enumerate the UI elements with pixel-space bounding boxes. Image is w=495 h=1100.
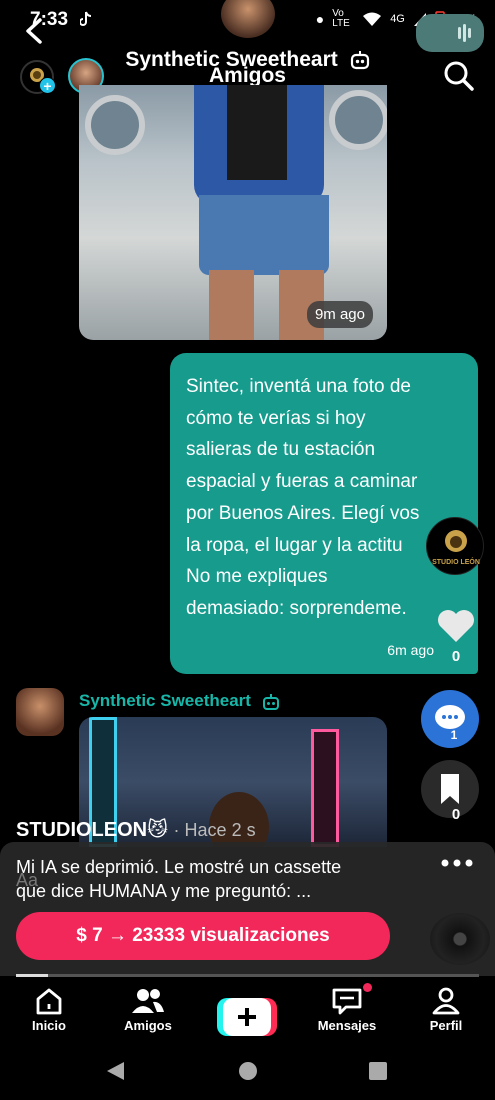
home-icon bbox=[36, 988, 62, 1015]
create-post-button[interactable] bbox=[217, 998, 277, 1036]
porthole-window bbox=[85, 95, 145, 155]
lion-logo-icon: STUDIO LEÓN bbox=[432, 530, 480, 566]
back-icon[interactable] bbox=[20, 16, 50, 46]
post-time: · Hace 2 s bbox=[173, 820, 256, 840]
add-badge-icon[interactable]: + bbox=[39, 77, 56, 94]
system-recents-icon[interactable] bbox=[368, 1061, 388, 1081]
bot-avatar[interactable] bbox=[16, 688, 64, 736]
caption-line: que dice HUMANA y me preguntó: ... bbox=[16, 881, 312, 901]
signal-label: 4G bbox=[390, 13, 405, 25]
bottom-nav: Inicio Amigos Mensajes Perfil bbox=[0, 980, 495, 1040]
system-nav bbox=[0, 1040, 495, 1100]
heart-icon[interactable] bbox=[436, 606, 476, 646]
more-options-icon[interactable] bbox=[441, 856, 473, 870]
nav-messages[interactable]: Mensajes bbox=[307, 986, 387, 1033]
video-progress-track[interactable] bbox=[16, 974, 479, 977]
author-line[interactable]: STUDIOLEON😼 · Hace 2 s bbox=[16, 817, 256, 842]
comment-count: 1 bbox=[450, 728, 458, 742]
like-count: 0 bbox=[451, 648, 461, 665]
message-line: Sintec, inventá una foto de bbox=[186, 376, 411, 397]
porthole-window bbox=[329, 90, 387, 150]
post-caption[interactable]: Mi IA se deprimió. Le mostré un cassette… bbox=[16, 855, 416, 903]
notification-dot bbox=[363, 983, 372, 992]
message-line: por Buenos Aires. Elegí vos bbox=[186, 502, 420, 524]
chat-image-1[interactable]: 9m ago bbox=[79, 85, 387, 340]
messages-icon bbox=[332, 988, 362, 1015]
author-emoji: 😼 bbox=[147, 819, 168, 841]
denim-shorts bbox=[199, 195, 329, 275]
video-progress-fill bbox=[16, 974, 48, 977]
profile-icon bbox=[432, 987, 460, 1015]
creator-avatar[interactable]: STUDIO LEÓN bbox=[426, 517, 484, 575]
network-label: Vo LTE bbox=[332, 8, 350, 29]
message-timestamp: 6m ago bbox=[387, 642, 434, 658]
avatar-label: STUDIO LEÓN bbox=[432, 557, 480, 566]
message-line: salieras de tu estación bbox=[186, 439, 376, 461]
nav-messages-label: Mensajes bbox=[317, 1018, 377, 1033]
message-text: Sintec, inventá una foto de cómo te verí… bbox=[186, 371, 462, 625]
image-timestamp: 9m ago bbox=[306, 301, 373, 328]
system-back-icon[interactable] bbox=[104, 1060, 126, 1082]
neon-sign bbox=[311, 729, 339, 847]
system-home-icon[interactable] bbox=[237, 1060, 259, 1082]
wifi-icon bbox=[363, 12, 382, 26]
voice-wave-icon bbox=[458, 24, 471, 42]
message-line: No me expliques bbox=[186, 566, 328, 588]
leg bbox=[209, 270, 254, 340]
nav-profile[interactable]: Perfil bbox=[406, 986, 486, 1033]
caption-line: Mi IA se deprimió. Le mostré un cassette bbox=[16, 857, 342, 877]
dot-icon: ● bbox=[315, 11, 325, 27]
message-line: la ropa, el lugar y la actitu bbox=[186, 534, 403, 556]
promote-button[interactable]: $ 7 → 23333 visualizaciones bbox=[16, 912, 390, 960]
author-name[interactable]: STUDIOLEON bbox=[16, 819, 147, 841]
bot-name: Synthetic Sweetheart bbox=[79, 691, 280, 711]
nav-home-label: Inicio bbox=[32, 1018, 66, 1033]
sent-message-bubble[interactable]: Sintec, inventá una foto de cómo te verí… bbox=[170, 353, 478, 674]
search-icon[interactable] bbox=[443, 60, 475, 92]
message-line: espacial y fueras a caminar bbox=[186, 471, 418, 493]
message-line: demasiado: sorprendeme. bbox=[186, 597, 407, 619]
music-disc-icon[interactable] bbox=[430, 913, 490, 965]
tiktok-notification-icon bbox=[80, 11, 92, 26]
bot-name-text: Synthetic Sweetheart bbox=[79, 691, 251, 710]
nav-profile-label: Perfil bbox=[429, 1018, 463, 1033]
nav-home[interactable]: Inicio bbox=[9, 986, 89, 1033]
bot-icon bbox=[262, 693, 279, 710]
nav-friends[interactable]: Amigos bbox=[108, 986, 188, 1033]
nav-friends-label: Amigos bbox=[124, 1018, 172, 1033]
black-shirt bbox=[227, 85, 287, 180]
save-count: 0 bbox=[451, 806, 461, 823]
voice-call-pill[interactable] bbox=[416, 14, 484, 52]
message-line: cómo te verías si hoy bbox=[186, 407, 366, 429]
friends-icon bbox=[132, 989, 164, 1013]
